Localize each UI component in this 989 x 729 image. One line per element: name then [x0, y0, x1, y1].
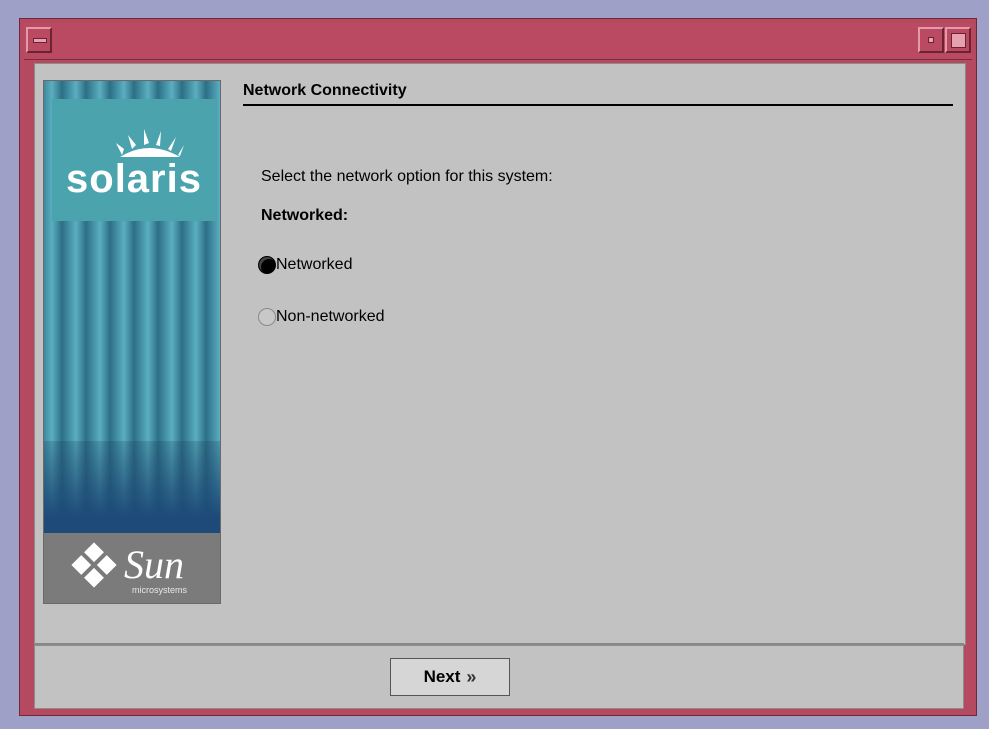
- sun-rays-icon: [116, 129, 184, 157]
- next-button-label: Next: [423, 667, 461, 686]
- chevron-right-icon: »: [466, 666, 477, 687]
- page-title: Network Connectivity: [243, 82, 953, 106]
- solaris-banner: solaris Sun microsystems: [43, 80, 221, 604]
- sun-subtitle: microsystems: [132, 585, 188, 595]
- non-networked-radio[interactable]: [258, 308, 276, 326]
- networked-radio[interactable]: [258, 256, 276, 274]
- networked-label[interactable]: Networked: [276, 256, 352, 274]
- solaris-logo: solaris: [52, 99, 216, 221]
- button-bar: Next »: [34, 645, 964, 709]
- sun-logo: Sun microsystems: [44, 533, 220, 603]
- instruction-text: Select the network option for this syste…: [261, 168, 553, 185]
- title-bar[interactable]: [24, 23, 972, 60]
- minimize-icon[interactable]: [918, 27, 944, 53]
- option-group-label: Networked:: [261, 207, 349, 224]
- installer-window: solaris Sun microsystems Network Connect…: [19, 18, 977, 716]
- non-networked-label[interactable]: Non-networked: [276, 308, 385, 326]
- maximize-icon[interactable]: [945, 27, 971, 53]
- content-panel: solaris Sun microsystems Network Connect…: [34, 63, 966, 645]
- sun-diamond-icon: [71, 542, 117, 588]
- window-menu-icon[interactable]: [26, 27, 52, 53]
- networked-option[interactable]: Networked: [258, 256, 352, 274]
- solaris-wordmark: solaris: [66, 157, 202, 201]
- next-button[interactable]: Next »: [390, 658, 510, 696]
- non-networked-option[interactable]: Non-networked: [258, 308, 385, 326]
- sun-wordmark: Sun: [124, 542, 184, 587]
